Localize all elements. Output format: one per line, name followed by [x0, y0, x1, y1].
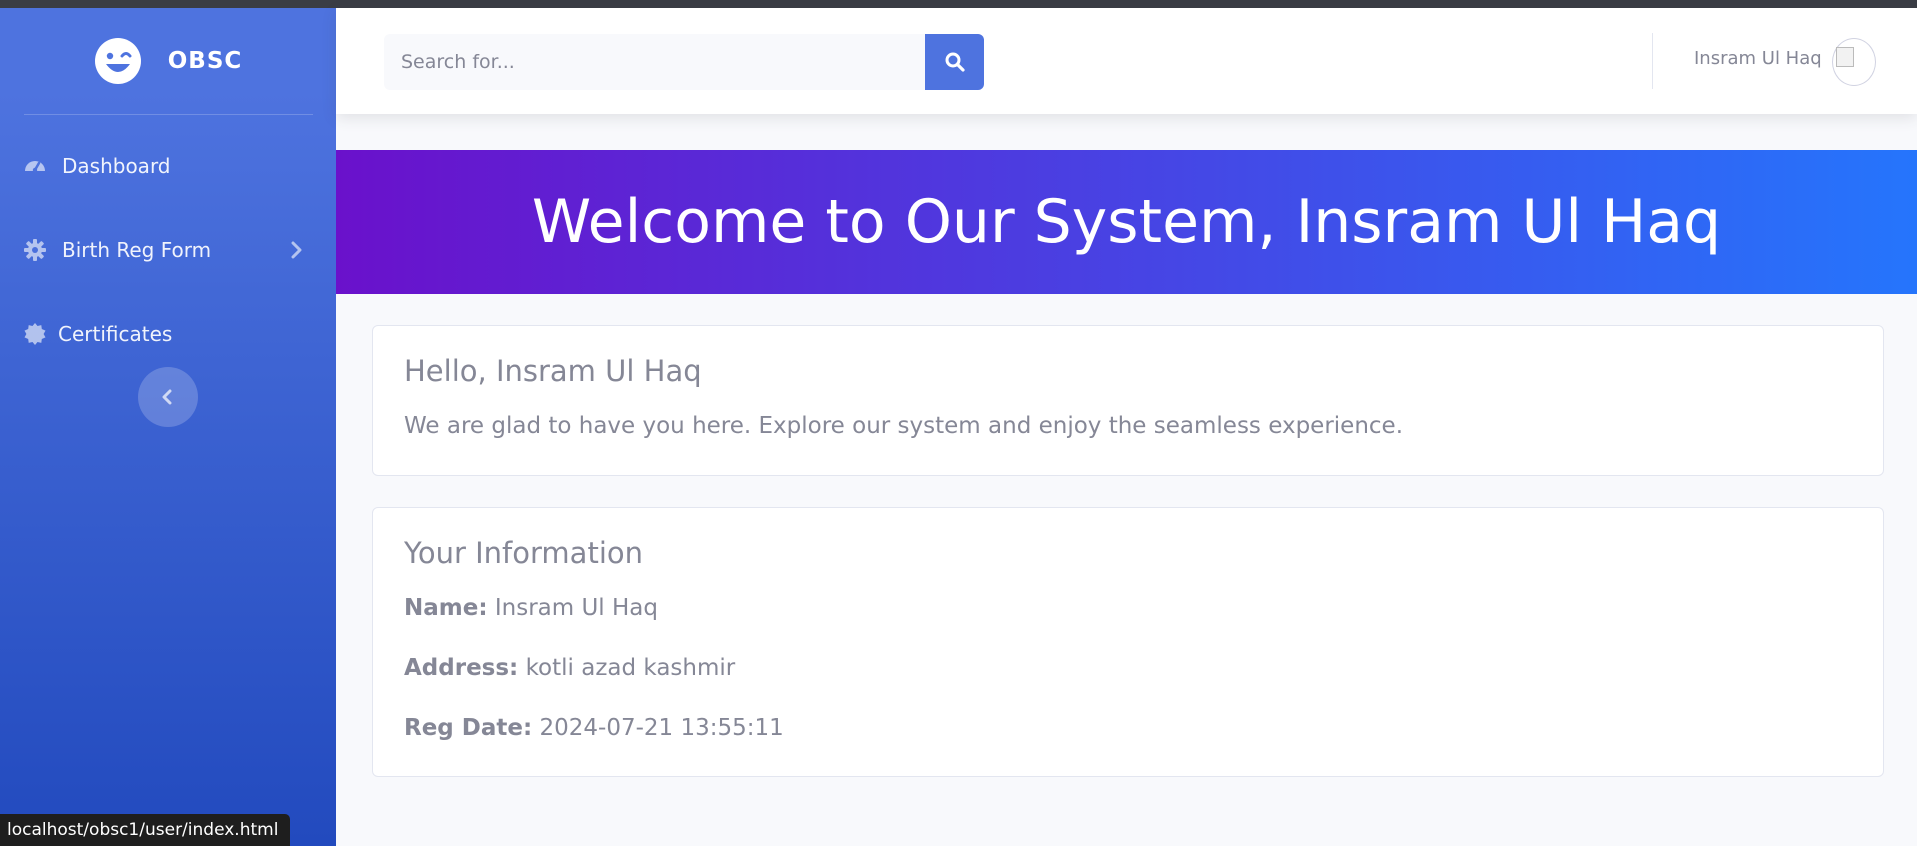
certificate-icon: [24, 323, 46, 345]
browser-status-url: localhost/obsc1/user/index.html: [0, 814, 291, 846]
search-button[interactable]: [925, 34, 984, 90]
welcome-card: Hello, Insram Ul Haq We are glad to have…: [372, 325, 1884, 476]
info-name-value: Insram Ul Haq: [494, 595, 658, 621]
sidebar-item-dashboard[interactable]: Dashboard: [0, 136, 336, 196]
sidebar-toggle-button[interactable]: [138, 367, 198, 427]
search-icon: [945, 52, 965, 72]
search-input[interactable]: [384, 34, 925, 90]
info-reg-date-row: Reg Date: 2024-07-21 13:55:11: [404, 715, 784, 741]
info-card-title: Your Information: [404, 536, 643, 570]
cog-icon: [24, 239, 46, 261]
info-name-row: Name: Insram Ul Haq: [404, 595, 658, 621]
sidebar-item-birth-reg-form[interactable]: Birth Reg Form: [0, 220, 336, 280]
sidebar-item-label: Certificates: [58, 322, 173, 346]
laugh-wink-icon: [94, 38, 141, 84]
search-bar: [384, 34, 984, 90]
window-top-strip: [0, 0, 1917, 8]
topbar-divider: [1652, 33, 1653, 89]
sidebar-item-label: Dashboard: [62, 154, 171, 178]
sidebar-brand[interactable]: OBSC: [0, 8, 336, 114]
user-name[interactable]: Insram Ul Haq: [1694, 48, 1822, 69]
chevron-left-icon: [162, 389, 172, 405]
info-address-row: Address: kotli azad kashmir: [404, 655, 735, 681]
info-reg-date-value: 2024-07-21 13:55:11: [539, 715, 784, 741]
info-name-label: Name:: [404, 595, 488, 621]
info-address-label: Address:: [404, 655, 519, 681]
info-address-value: kotli azad kashmir: [525, 655, 736, 681]
chevron-right-icon: [291, 241, 302, 259]
info-reg-date-label: Reg Date:: [404, 715, 533, 741]
sidebar: OBSC Dashboard Birth Reg Form Certificat…: [0, 8, 336, 846]
welcome-banner: Welcome to Our System, Insram Ul Haq: [336, 150, 1917, 294]
info-card: Your Information Name: Insram Ul Haq Add…: [372, 507, 1884, 777]
page-title: Welcome to Our System, Insram Ul Haq: [531, 187, 1722, 257]
broken-image-icon: [1836, 47, 1854, 67]
topbar: Insram Ul Haq: [336, 8, 1917, 114]
brand-name: OBSC: [167, 48, 243, 74]
welcome-card-text: We are glad to have you here. Explore ou…: [404, 413, 1404, 439]
avatar[interactable]: [1832, 38, 1876, 86]
welcome-card-title: Hello, Insram Ul Haq: [404, 354, 702, 388]
sidebar-divider: [24, 114, 313, 115]
sidebar-item-certificates[interactable]: Certificates: [0, 304, 336, 364]
sidebar-item-label: Birth Reg Form: [62, 238, 212, 262]
tachometer-icon: [25, 161, 45, 173]
